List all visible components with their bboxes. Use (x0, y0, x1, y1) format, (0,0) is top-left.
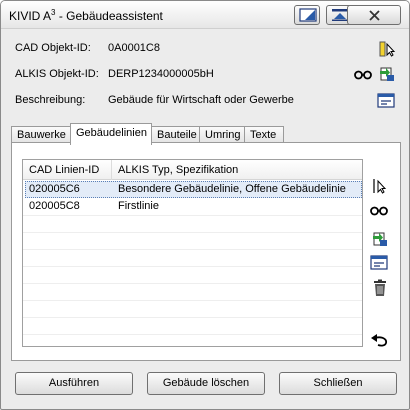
window-title: KIVID A3 - Gebäudeassistent (9, 8, 163, 23)
cad-id-label: CAD Objekt-ID: (15, 42, 91, 54)
row-cad-id: 020005C8 (29, 200, 80, 212)
tab-gebaeudelinien[interactable]: Gebäudelinien (70, 123, 152, 145)
close-button[interactable]: Schließen (279, 372, 397, 395)
glasses-view-icon[interactable] (369, 202, 388, 220)
select-line-icon[interactable] (371, 177, 389, 195)
resize-window-button[interactable] (294, 5, 320, 25)
close-window-button[interactable] (347, 5, 401, 25)
list-header: CAD Linien-ID ALKIS Typ, Spezifikation (23, 160, 362, 180)
cad-id-value: 0A0001C8 (108, 42, 160, 54)
list-row[interactable]: 020005C8 Firstlinie (23, 198, 362, 215)
close-icon (369, 10, 380, 21)
title-bar[interactable]: KIVID A3 - Gebäudeassistent (1, 1, 409, 29)
properties-form-icon[interactable] (370, 254, 388, 272)
tab-panel-gebaeudelinien: CAD Linien-ID ALKIS Typ, Spezifikation 0… (11, 142, 401, 361)
building-lines-list[interactable]: CAD Linien-ID ALKIS Typ, Spezifikation 0… (22, 159, 363, 347)
alkis-id-label: ALKIS Objekt-ID: (15, 68, 99, 80)
list-row[interactable]: 020005C6 Besondere Gebäudelinie, Offene … (23, 181, 362, 198)
description-value: Gebäude für Wirtschaft oder Gewerbe (108, 94, 294, 106)
column-header-cad-id[interactable]: CAD Linien-ID (29, 164, 99, 176)
alkis-id-value: DERP1234000005bH (108, 68, 214, 80)
properties-form-icon[interactable] (377, 92, 395, 110)
resize-icon (299, 8, 317, 22)
assign-icon[interactable] (371, 230, 389, 248)
delete-building-button[interactable]: Gebäude löschen (147, 372, 265, 395)
assign-icon[interactable] (378, 65, 396, 83)
undo-icon[interactable] (370, 333, 388, 351)
glasses-view-icon[interactable] (353, 66, 372, 84)
dialog-window: KIVID A3 - Gebäudeassistent CAD Objekt-I… (0, 0, 410, 410)
column-header-alkis-type[interactable]: ALKIS Typ, Spezifikation (118, 164, 238, 176)
run-button[interactable]: Ausführen (15, 372, 133, 395)
row-alkis-type: Besondere Gebäudelinie, Offene Gebäudeli… (118, 183, 346, 195)
trash-icon[interactable] (371, 279, 389, 297)
row-cad-id: 020005C6 (29, 183, 80, 195)
row-alkis-type: Firstlinie (118, 200, 159, 212)
description-label: Beschreibung: (15, 94, 86, 106)
select-object-icon[interactable] (378, 40, 396, 58)
